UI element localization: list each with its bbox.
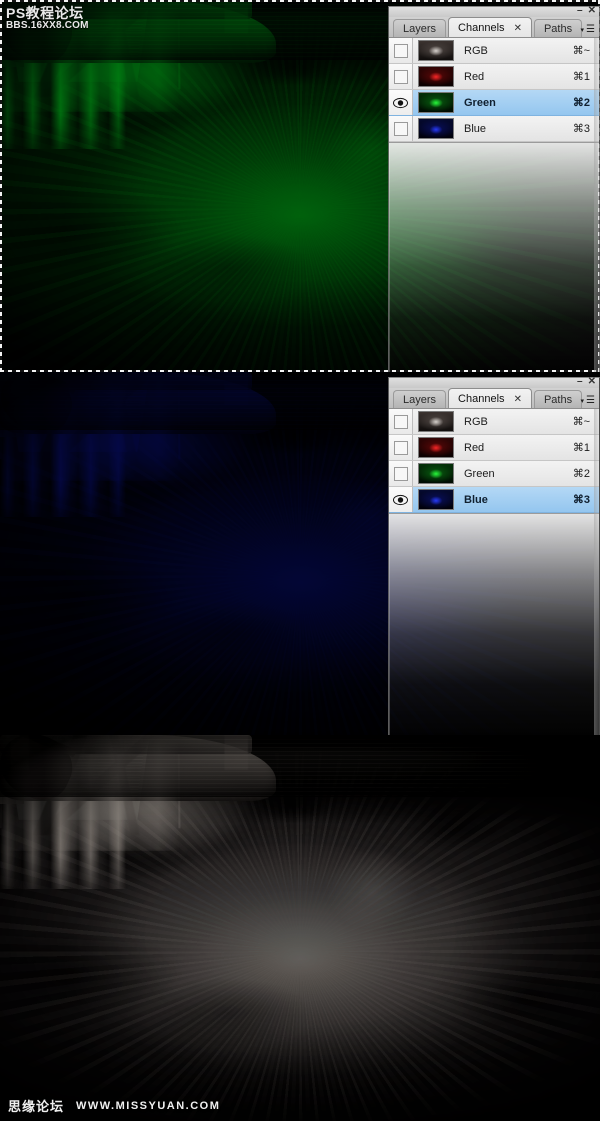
palette-scrollbar[interactable] <box>594 38 599 372</box>
visibility-toggle-red[interactable] <box>389 64 413 89</box>
channel-row-red[interactable]: Red ⌘1 <box>389 64 599 90</box>
channel-thumbnail-rgb <box>418 40 454 61</box>
green-channel-section: PS教程论坛 BBS.16XX8.COM – ✕ Layers Channels… <box>0 0 600 372</box>
palette-empty-body <box>389 143 599 372</box>
watermark-site-name: PS教程论坛 <box>6 5 84 21</box>
palette-menu-button[interactable]: ▾ ☰ <box>581 24 595 35</box>
channel-name-blue: Blue <box>464 122 487 135</box>
channel-thumbnail-red <box>418 437 454 458</box>
tab-close-icon[interactable]: ✕ <box>514 394 522 405</box>
tab-channels-label: Channels <box>458 393 505 405</box>
palette-scrollbar[interactable] <box>594 409 599 735</box>
window-buttons: – ✕ <box>577 377 596 387</box>
channel-thumbnail-green <box>418 463 454 484</box>
tab-paths-label: Paths <box>543 394 573 406</box>
watermark-top: PS教程论坛 BBS.16XX8.COM <box>6 6 89 31</box>
hamburger-menu-icon: ☰ <box>586 24 595 35</box>
visibility-toggle-red[interactable] <box>389 435 413 460</box>
chevron-down-icon: ▾ <box>580 26 585 34</box>
channel-thumbnail-blue <box>418 118 454 139</box>
channel-name-blue: Blue <box>464 493 488 506</box>
watermark-forum-name: 思缘论坛 <box>8 1099 65 1114</box>
channel-name-green: Green <box>464 467 495 480</box>
tab-layers-label: Layers <box>403 23 437 35</box>
channel-thumbnail-red <box>418 66 454 87</box>
window-buttons: – ✕ <box>577 6 596 16</box>
channel-name-rgb: RGB <box>464 415 488 428</box>
channel-row-green[interactable]: Green ⌘2 <box>389 461 599 487</box>
palette-tab-row: Layers Channels ✕ Paths ▾ ☰ <box>389 17 599 38</box>
tab-channels[interactable]: Channels ✕ <box>448 388 532 408</box>
blue-channel-section: – ✕ Layers Channels ✕ Paths ▾ ☰ RGB ⌘~ R… <box>0 372 600 735</box>
final-composite-view <box>0 735 600 1121</box>
tab-layers-label: Layers <box>403 394 437 406</box>
hamburger-menu-icon: ☰ <box>586 395 595 406</box>
minimize-icon[interactable]: – <box>577 377 583 387</box>
channel-name-rgb: RGB <box>464 44 488 57</box>
channel-thumbnail-rgb <box>418 411 454 432</box>
visibility-toggle-blue[interactable] <box>389 116 413 141</box>
tab-close-icon[interactable]: ✕ <box>514 23 522 34</box>
tab-paths[interactable]: Paths <box>533 19 583 37</box>
channels-palette-green[interactable]: – ✕ Layers Channels ✕ Paths ▾ ☰ RGB ⌘~ R… <box>388 6 600 372</box>
palette-menu-button[interactable]: ▾ ☰ <box>581 395 595 406</box>
tab-paths[interactable]: Paths <box>533 390 583 408</box>
close-icon[interactable]: ✕ <box>588 377 596 387</box>
watermark-site-url: BBS.16XX8.COM <box>6 19 89 31</box>
screenshot-root: PS教程论坛 BBS.16XX8.COM – ✕ Layers Channels… <box>0 0 600 1121</box>
channel-row-rgb[interactable]: RGB ⌘~ <box>389 409 599 435</box>
tab-layers[interactable]: Layers <box>393 19 447 37</box>
final-composite-section: 思缘论坛 WWW.MISSYUAN.COM <box>0 735 600 1121</box>
visibility-toggle-green[interactable] <box>389 90 413 115</box>
channel-row-rgb[interactable]: RGB ⌘~ <box>389 38 599 64</box>
eye-icon <box>393 97 408 108</box>
channel-name-red: Red <box>464 441 485 454</box>
channel-row-green[interactable]: Green ⌘2 <box>389 90 599 116</box>
channel-name-red: Red <box>464 70 485 83</box>
channel-list-green: RGB ⌘~ Red ⌘1 Green ⌘2 Blue ⌘3 <box>389 38 599 143</box>
visibility-toggle-green[interactable] <box>389 461 413 486</box>
channel-row-blue[interactable]: Blue ⌘3 <box>389 487 599 513</box>
tab-paths-label: Paths <box>543 23 573 35</box>
visibility-toggle-rgb[interactable] <box>389 409 413 434</box>
minimize-icon[interactable]: – <box>577 6 583 16</box>
channel-thumbnail-green <box>418 92 454 113</box>
channel-row-red[interactable]: Red ⌘1 <box>389 435 599 461</box>
channel-list-blue: RGB ⌘~ Red ⌘1 Green ⌘2 Blue ⌘3 <box>389 409 599 514</box>
channel-thumbnail-blue <box>418 489 454 510</box>
visibility-toggle-rgb[interactable] <box>389 38 413 63</box>
palette-tab-row: Layers Channels ✕ Paths ▾ ☰ <box>389 388 599 409</box>
channels-palette-blue[interactable]: – ✕ Layers Channels ✕ Paths ▾ ☰ RGB ⌘~ R… <box>388 377 600 735</box>
close-icon[interactable]: ✕ <box>588 6 596 16</box>
chevron-down-icon: ▾ <box>580 397 585 405</box>
channel-name-green: Green <box>464 96 496 109</box>
palette-titlebar[interactable]: – ✕ <box>389 377 599 388</box>
tab-layers[interactable]: Layers <box>393 390 447 408</box>
watermark-bottom: 思缘论坛 WWW.MISSYUAN.COM <box>8 1096 220 1115</box>
tab-channels-label: Channels <box>458 22 505 34</box>
visibility-toggle-blue[interactable] <box>389 487 413 512</box>
watermark-forum-url: WWW.MISSYUAN.COM <box>76 1099 221 1112</box>
palette-titlebar[interactable]: – ✕ <box>389 6 599 17</box>
eye-icon <box>393 494 408 505</box>
palette-empty-body <box>389 514 599 735</box>
channel-row-blue[interactable]: Blue ⌘3 <box>389 116 599 142</box>
tab-channels[interactable]: Channels ✕ <box>448 17 532 37</box>
